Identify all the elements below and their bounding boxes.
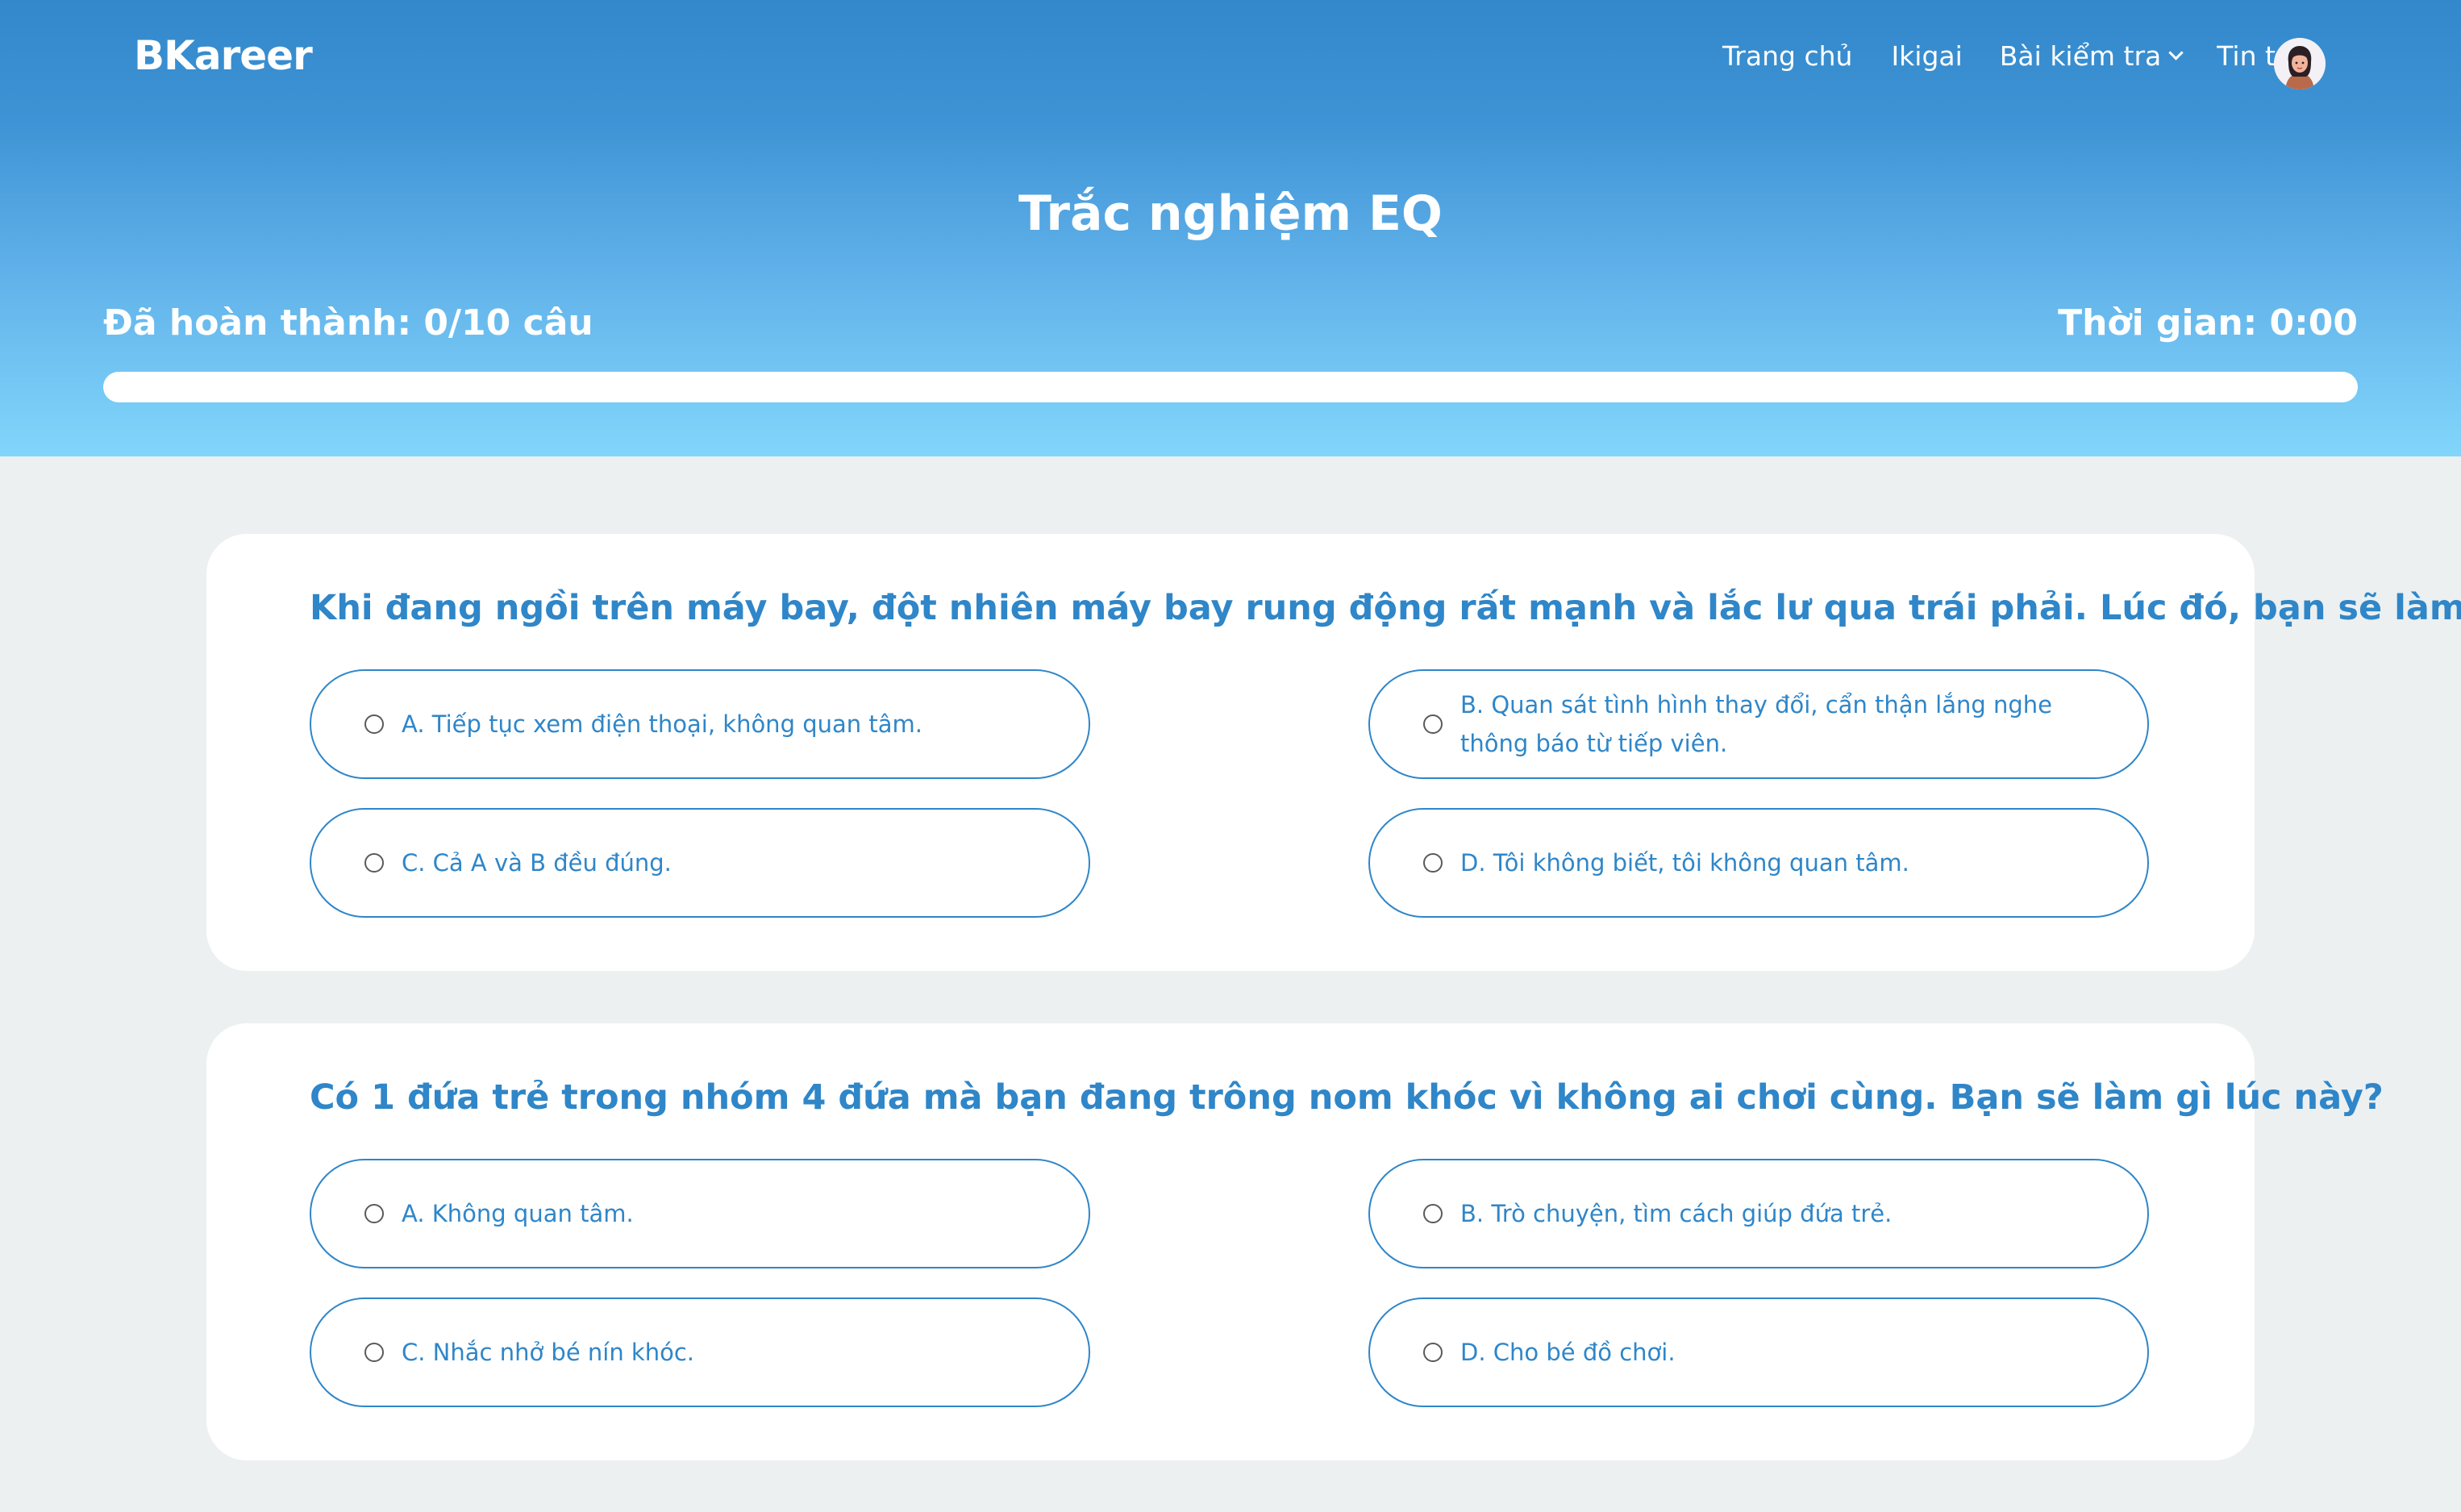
answer-option-a[interactable]: A. Tiếp tục xem điện thoại, không quan t… xyxy=(310,669,1090,779)
answer-option-d[interactable]: D. Cho bé đồ chơi. xyxy=(1368,1297,2149,1407)
radio-button[interactable] xyxy=(1423,714,1443,734)
answer-label: D. Tôi không biết, tôi không quan tâm. xyxy=(1460,849,1909,877)
answer-label: A. Không quan tâm. xyxy=(402,1200,634,1227)
nav-tests-label: Bài kiểm tra xyxy=(1999,40,2162,72)
answer-option-a[interactable]: A. Không quan tâm. xyxy=(310,1159,1090,1268)
answer-option-c[interactable]: C. Nhắc nhở bé nín khóc. xyxy=(310,1297,1090,1407)
answer-label: A. Tiếp tục xem điện thoại, không quan t… xyxy=(402,710,922,738)
answer-label: B. Trò chuyện, tìm cách giúp đứa trẻ. xyxy=(1460,1200,1893,1227)
question-text: Có 1 đứa trẻ trong nhóm 4 đứa mà bạn đan… xyxy=(310,1077,2384,1118)
answer-label: D. Cho bé đồ chơi. xyxy=(1460,1339,1676,1366)
answer-label: B. Quan sát tình hình thay đổi, cẩn thận… xyxy=(1460,691,2053,757)
progress-count: Đã hoàn thành: 0/10 câu xyxy=(103,302,593,344)
answer-label: C. Nhắc nhở bé nín khóc. xyxy=(402,1339,694,1366)
avatar-illustration xyxy=(2274,38,2326,90)
user-avatar-icon[interactable] xyxy=(2274,38,2326,90)
brand-logo[interactable]: BKareer xyxy=(134,32,313,79)
answer-label: C. Cả A và B đều đúng. xyxy=(402,849,672,877)
page-title: Trắc nghiệm EQ xyxy=(1018,185,1443,242)
main-nav: Trang chủ Ikigai Bài kiểm tra Tin tức xyxy=(1722,40,2307,72)
radio-button[interactable] xyxy=(364,853,384,873)
question-card: Khi đang ngồi trên máy bay, đột nhiên má… xyxy=(206,534,2461,971)
nav-tests-dropdown[interactable]: Bài kiểm tra xyxy=(1999,40,2184,72)
nav-home-link[interactable]: Trang chủ xyxy=(1722,40,1852,72)
radio-button[interactable] xyxy=(364,714,384,734)
question-card: Có 1 đứa trẻ trong nhóm 4 đứa mà bạn đan… xyxy=(206,1023,2384,1460)
radio-button[interactable] xyxy=(1423,1343,1443,1362)
radio-button[interactable] xyxy=(364,1204,384,1223)
header-banner: BKareer Trang chủ Ikigai Bài kiểm tra Ti… xyxy=(0,0,2461,456)
answer-option-b[interactable]: B. Quan sát tình hình thay đổi, cẩn thận… xyxy=(1368,669,2149,779)
answer-option-c[interactable]: C. Cả A và B đều đúng. xyxy=(310,808,1090,918)
answer-option-d[interactable]: D. Tôi không biết, tôi không quan tâm. xyxy=(1368,808,2149,918)
progress-bar xyxy=(103,372,2358,402)
nav-ikigai-link[interactable]: Ikigai xyxy=(1891,40,1962,72)
timer: Thời gian: 0:00 xyxy=(2058,302,2358,344)
chevron-down-icon xyxy=(2168,45,2184,60)
radio-button[interactable] xyxy=(1423,1204,1443,1223)
radio-button[interactable] xyxy=(1423,853,1443,873)
question-text: Khi đang ngồi trên máy bay, đột nhiên má… xyxy=(310,588,2461,628)
answer-option-b[interactable]: B. Trò chuyện, tìm cách giúp đứa trẻ. xyxy=(1368,1159,2149,1268)
radio-button[interactable] xyxy=(364,1343,384,1362)
